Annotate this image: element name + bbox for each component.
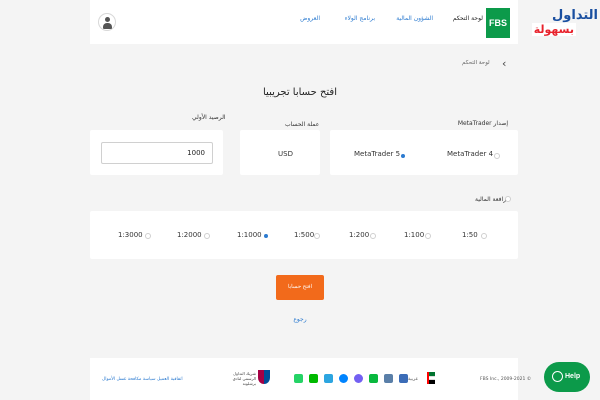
mt4-radio[interactable]	[494, 153, 500, 159]
email-icon[interactable]	[384, 374, 393, 383]
mt5-radio[interactable]	[401, 154, 405, 158]
watermark-top: التداول	[552, 8, 598, 23]
currency-value: USD	[278, 150, 293, 158]
footer-legal-links[interactable]: اتفاقية العميل سياسة مكافحة غسل الأموال	[102, 377, 183, 382]
nav-finances[interactable]: الشؤون المالية	[396, 15, 433, 22]
fbs-logo[interactable]: FBS	[486, 8, 510, 38]
help-button[interactable]: Help	[544, 362, 590, 392]
leverage-radio[interactable]	[264, 234, 268, 238]
initial-balance-label: الرصيد الأولي	[192, 114, 226, 121]
back-link[interactable]: رجوع	[0, 316, 600, 323]
footer: FBS Inc., 2009-2021 © عربية شريك التداول…	[90, 358, 531, 400]
back-chevron-icon[interactable]: ‹	[502, 57, 506, 70]
sponsor-text: شريك التداول الرسمي لنادي برشلونة	[232, 371, 256, 386]
leverage-label-1-50: 1:50	[462, 231, 478, 239]
initial-balance-input[interactable]: 1000	[101, 142, 213, 164]
leverage-label-1-3000: 1:3000	[118, 231, 143, 239]
help-label: Help	[565, 373, 581, 380]
breadcrumb[interactable]: لوحة التحكم	[462, 60, 490, 66]
leverage-label-1-100: 1:100	[404, 231, 425, 239]
leverage-radio[interactable]	[314, 233, 320, 239]
page-title: افتح حسابا تجريبيا	[263, 87, 337, 98]
watermark-bottom: بسهولة	[531, 23, 576, 36]
leverage-label-1-500: 1:500	[294, 231, 315, 239]
leverage-info-icon	[505, 196, 511, 202]
leverage-label-1-200: 1:200	[349, 231, 370, 239]
mt5-label: MetaTrader 5	[354, 150, 401, 158]
uae-flag-icon[interactable]	[427, 372, 435, 384]
leverage-radio[interactable]	[370, 233, 376, 239]
nav-dashboard[interactable]: لوحة التحكم	[453, 15, 483, 22]
leverage-label-1-2000: 1:2000	[177, 231, 202, 239]
nav-loyalty-program[interactable]: برنامج الولاء	[345, 15, 375, 22]
user-avatar-icon[interactable]	[98, 13, 116, 31]
viber-icon[interactable]	[354, 374, 363, 383]
leverage-radio[interactable]	[425, 233, 431, 239]
open-account-button[interactable]: افتح حسابا	[276, 275, 324, 300]
nav-promotions[interactable]: العروض	[300, 15, 320, 22]
leverage-radio[interactable]	[145, 233, 151, 239]
account-currency-label: عملة الحساب	[285, 121, 320, 128]
metatrader-version-label: إصدار MetaTrader	[457, 120, 508, 127]
leverage-radio[interactable]	[204, 233, 210, 239]
chat-icon[interactable]	[399, 374, 408, 383]
watermark: التداول بسهولة	[508, 8, 600, 44]
leverage-label-1-1000: 1:1000	[237, 231, 262, 239]
whatsapp-icon[interactable]	[294, 374, 303, 383]
messenger-icon[interactable]	[339, 374, 348, 383]
telegram-icon[interactable]	[324, 374, 333, 383]
mt4-label: MetaTrader 4	[447, 150, 494, 158]
top-header: لوحة التحكم الشؤون المالية برنامج الولاء…	[90, 0, 518, 44]
chat-bubble-icon	[552, 371, 563, 382]
fc-barcelona-logo	[258, 370, 270, 384]
language-selector[interactable]: عربية	[408, 377, 418, 382]
leverage-radio[interactable]	[481, 233, 487, 239]
wechat-icon[interactable]	[369, 374, 378, 383]
copyright-text: FBS Inc., 2009-2021 ©	[480, 377, 532, 382]
line-icon[interactable]	[309, 374, 318, 383]
